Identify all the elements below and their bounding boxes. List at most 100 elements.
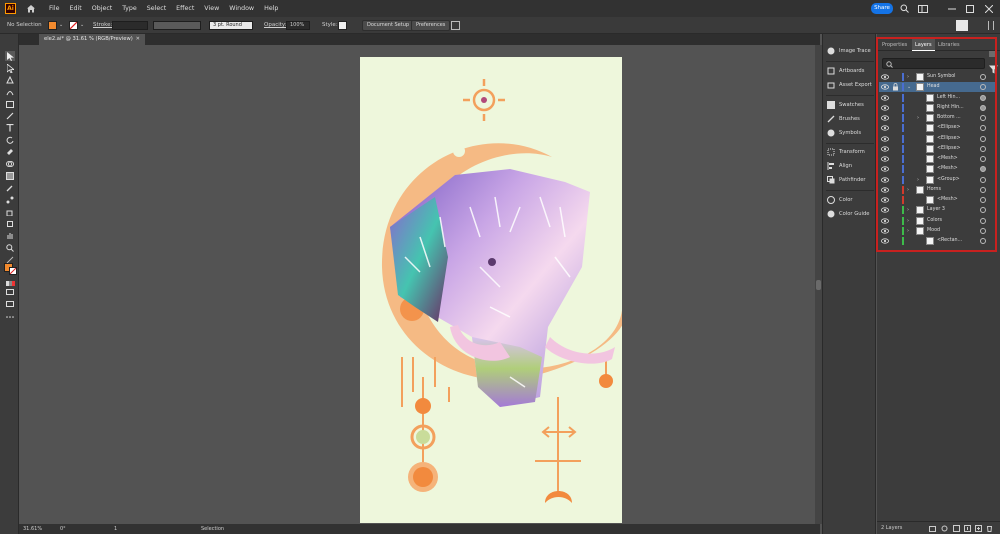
tab-properties[interactable]: Properties [879,39,910,51]
document-setup-button[interactable]: Document Setup [362,20,415,31]
clipping-mask-icon[interactable] [953,525,960,532]
workspace-switcher-icon[interactable] [916,2,930,15]
close-window-icon[interactable] [982,2,996,15]
menu-select[interactable]: Select [142,0,171,17]
artboard-tool-icon[interactable] [5,219,15,229]
visibility-eye-icon[interactable] [881,135,889,143]
graphic-style-swatch[interactable] [338,21,347,30]
rectangle-tool-icon[interactable] [5,99,15,109]
visibility-eye-icon[interactable] [881,104,889,112]
stroke-weight-field[interactable] [112,21,148,30]
shape-builder-tool-icon[interactable] [5,159,15,169]
target-circle-icon[interactable] [980,104,986,111]
target-circle-icon[interactable] [980,176,986,183]
new-layer-icon[interactable] [975,525,982,532]
fill-swatch[interactable] [48,21,57,30]
target-circle-icon[interactable] [980,227,986,234]
arrange-documents-icon[interactable] [451,21,460,30]
menu-object[interactable]: Object [87,0,118,17]
rotation-value[interactable]: 0° [60,524,66,534]
image-trace-panel-button[interactable]: Image Trace [827,45,871,57]
target-circle-icon[interactable] [980,145,986,152]
brushes-panel-button[interactable]: Brushes [827,113,860,125]
symbol-sprayer-tool-icon[interactable] [5,207,15,217]
target-circle-icon[interactable] [980,186,986,193]
brush-definition-field[interactable]: 3 pt. Round [209,21,253,30]
layer-row[interactable]: › Sun Symbol [879,72,997,82]
filter-icon[interactable] [989,59,998,74]
layer-row[interactable]: › Mood [879,226,997,236]
visibility-eye-icon[interactable] [881,124,889,132]
visibility-eye-icon[interactable] [881,145,889,153]
zoom-level[interactable]: 31.61% [23,524,42,534]
collapse-chevron-icon[interactable]: ⌄ [907,82,911,92]
preferences-button[interactable]: Preferences [411,20,451,31]
target-circle-icon[interactable] [980,84,986,91]
tab-libraries[interactable]: Libraries [935,39,963,51]
expand-chevron-icon[interactable]: › [907,185,909,195]
layer-row[interactable]: <Ellipse> [879,144,997,154]
visibility-eye-icon[interactable] [881,176,889,184]
swatches-panel-button[interactable]: Swatches [827,99,864,111]
blend-tool-icon[interactable] [5,195,15,205]
locate-object-icon[interactable] [941,525,948,532]
target-circle-icon[interactable] [980,238,986,244]
screen-mode-icon[interactable] [5,299,15,309]
eyedropper-tool-icon[interactable] [5,183,15,193]
artboard[interactable] [360,57,622,523]
menu-edit[interactable]: Edit [65,0,87,17]
home-icon[interactable] [24,3,38,15]
close-tab-icon[interactable]: ✕ [136,34,140,45]
canvas-area[interactable] [19,45,815,524]
expand-chevron-icon[interactable]: › [917,113,919,123]
symbols-panel-button[interactable]: Symbols [827,127,861,139]
target-circle-icon[interactable] [980,94,986,101]
layer-row[interactable]: Left Hin... [879,93,997,103]
scroll-thumb[interactable] [816,280,821,290]
opacity-label[interactable]: Opacity: [264,17,287,34]
menu-file[interactable]: File [44,0,65,17]
artboard-number[interactable]: 1 [114,524,117,534]
layer-row[interactable]: ⌄ Head [879,82,997,93]
gradient-tool-icon[interactable] [5,171,15,181]
visibility-eye-icon[interactable] [881,217,889,225]
zoom-tool-icon[interactable] [5,243,15,253]
visibility-eye-icon[interactable] [881,155,889,163]
menu-effect[interactable]: Effect [171,0,199,17]
lock-icon[interactable] [892,83,899,91]
visibility-eye-icon[interactable] [881,165,889,173]
minimize-icon[interactable] [945,2,959,15]
panel-menu-icon[interactable] [989,42,995,57]
target-circle-icon[interactable] [980,135,986,142]
layer-row[interactable]: Right Hin... [879,103,997,113]
delete-layer-icon[interactable] [986,525,993,532]
more-tools-icon[interactable] [5,312,15,322]
curvature-tool-icon[interactable] [5,87,15,97]
visibility-eye-icon[interactable] [881,73,889,81]
pen-tool-icon[interactable] [5,75,15,85]
expand-chevron-icon[interactable]: › [907,226,909,236]
target-circle-icon[interactable] [980,207,986,214]
visibility-eye-icon[interactable] [881,227,889,235]
layer-row[interactable]: › <Group> [879,175,997,185]
variable-width-profile[interactable] [153,21,201,30]
vertical-scrollbar[interactable] [815,45,822,524]
visibility-eye-icon[interactable] [881,83,889,91]
eraser-tool-icon[interactable] [5,147,15,157]
hand-tool-icon[interactable] [5,231,15,241]
expand-chevron-icon[interactable]: › [907,72,909,82]
target-circle-icon[interactable] [980,74,986,80]
stroke-label[interactable]: Stroke: [93,17,112,34]
document-tab[interactable]: ele2.ai* @ 31.61 % (RGB/Preview) ✕ [39,34,145,45]
artboards-panel-button[interactable]: Artboards [827,65,864,77]
stroke-dropdown-icon[interactable]: ⌄ [80,17,84,34]
visibility-eye-icon[interactable] [881,186,889,194]
target-circle-icon[interactable] [980,197,986,203]
new-sublayer-icon[interactable] [964,525,971,532]
color-panel-button[interactable]: Color [827,194,853,206]
maximize-icon[interactable] [963,2,977,15]
layer-row[interactable]: <Rectan... [879,236,997,246]
menu-help[interactable]: Help [259,0,283,17]
visibility-eye-icon[interactable] [881,237,889,245]
asset-export-panel-button[interactable]: Asset Export [827,79,872,91]
